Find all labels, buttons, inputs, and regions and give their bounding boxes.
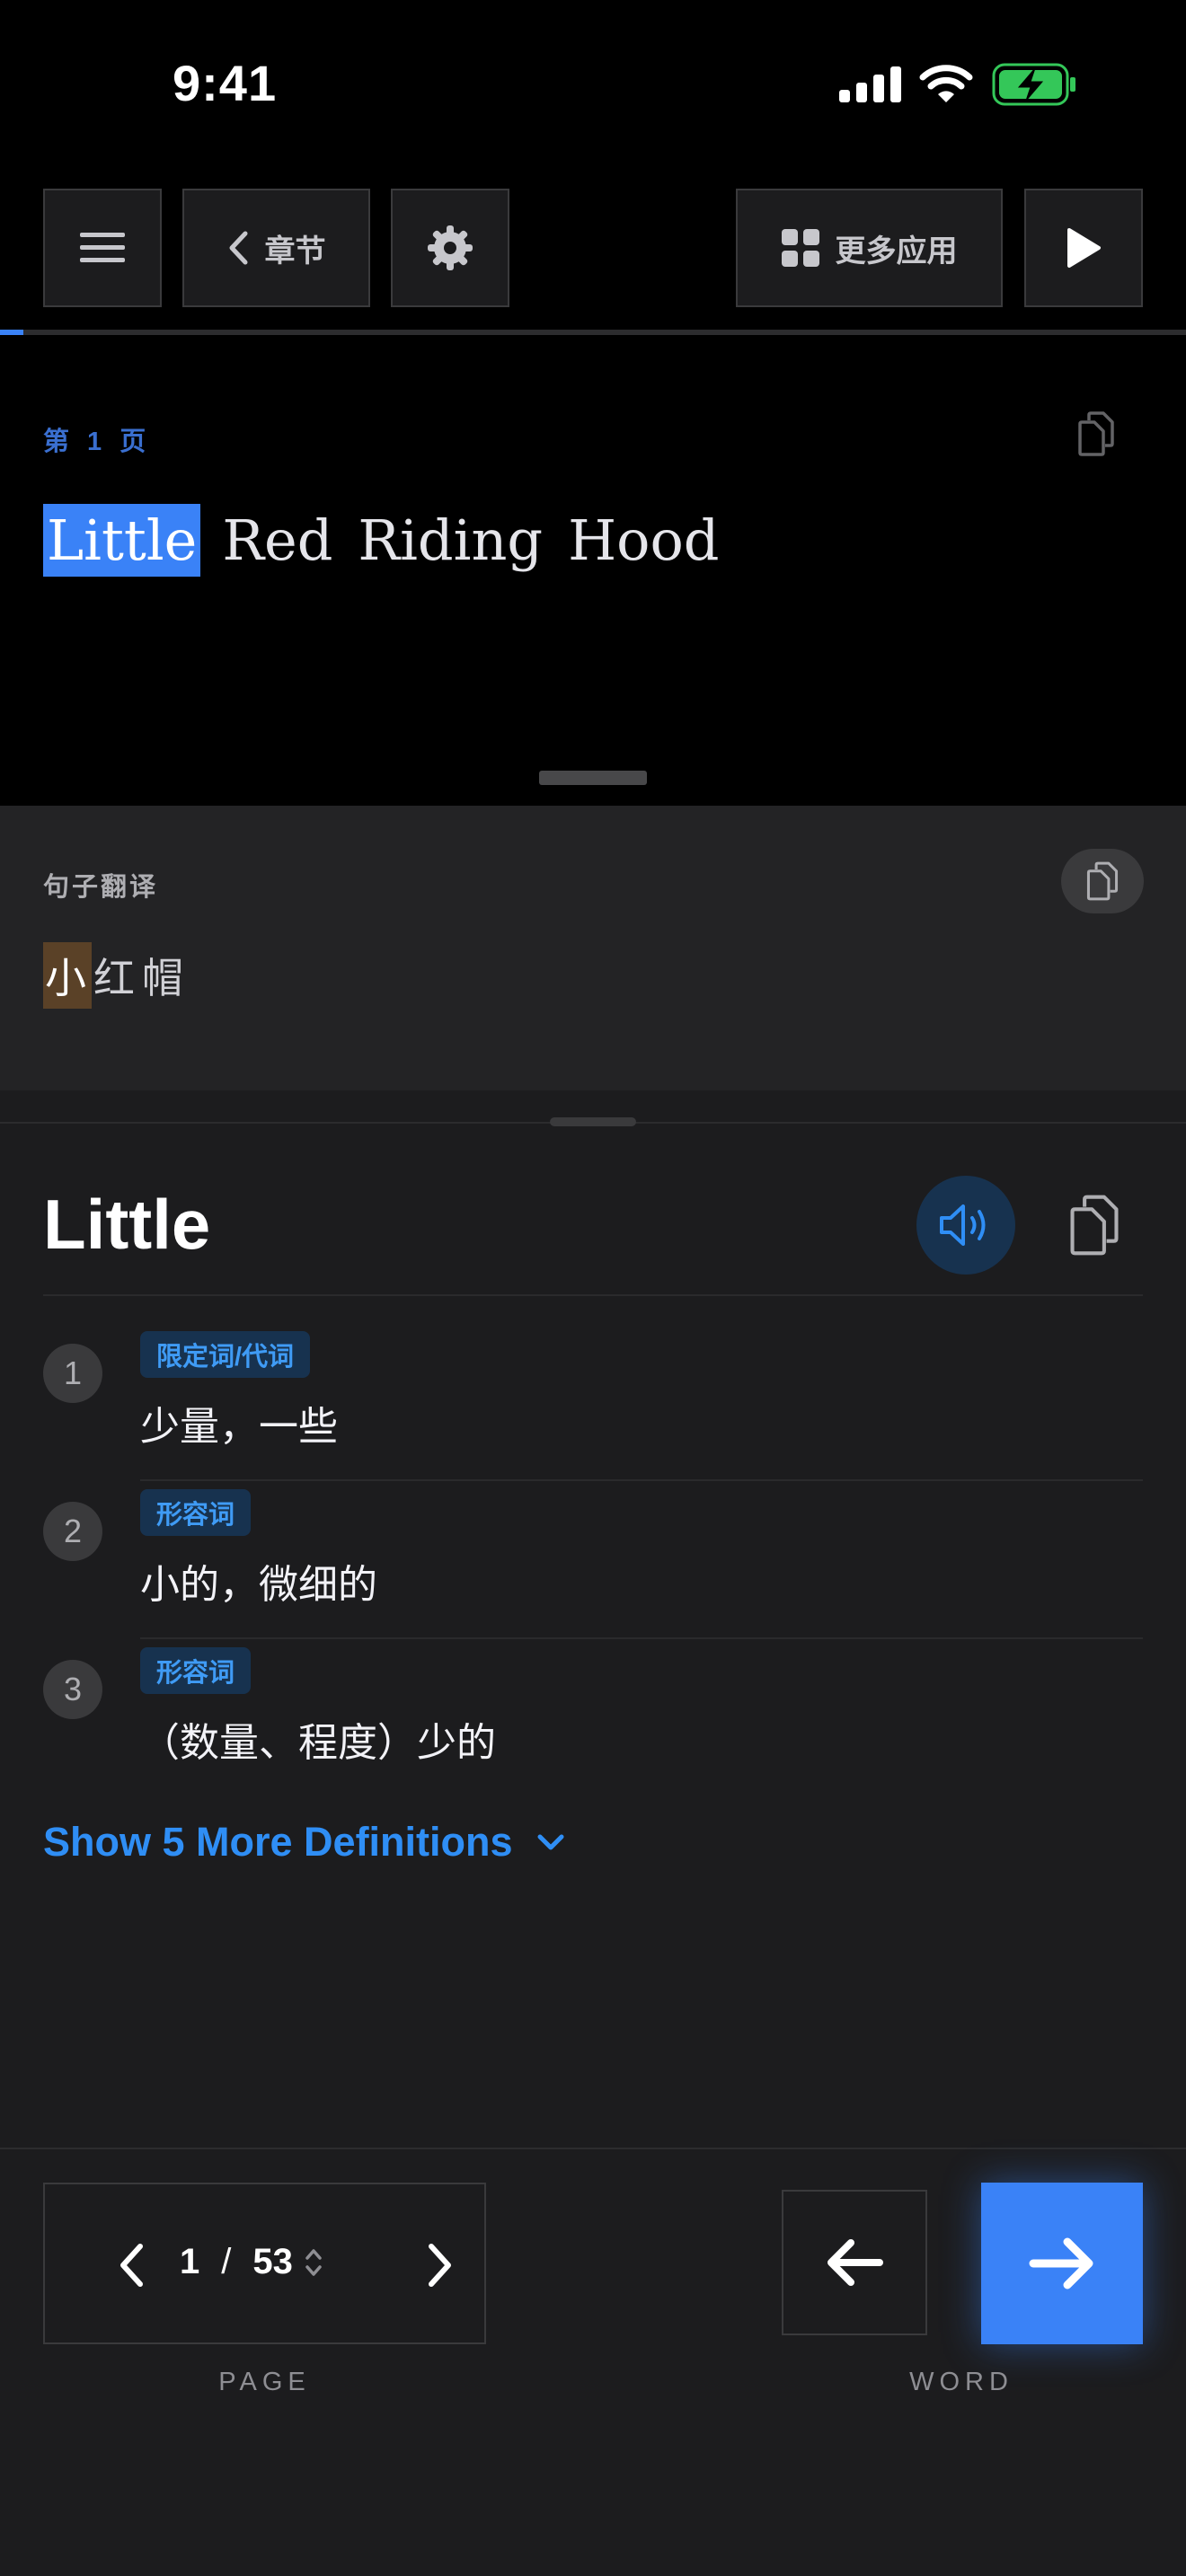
next-page-button[interactable] xyxy=(404,2229,476,2301)
definition-row: 2 形容词 小的，微细的 xyxy=(43,1489,1143,1646)
total-pages: 53 xyxy=(252,2242,293,2281)
grid-apps-icon xyxy=(781,229,819,267)
speaker-icon xyxy=(940,1204,986,1246)
copy-icon xyxy=(1070,1195,1119,1256)
more-apps-button[interactable]: 更多应用 xyxy=(736,189,1003,307)
part-of-speech-tag: 形容词 xyxy=(140,1647,252,1694)
show-more-definitions-button[interactable]: Show 5 More Definitions xyxy=(43,1819,565,1866)
reading-progress-fill xyxy=(0,330,24,335)
translation-char: 帽 xyxy=(142,955,187,1001)
chapters-label: 章节 xyxy=(264,234,326,269)
show-more-label: Show 5 More Definitions xyxy=(43,1819,513,1865)
definition-text: 小的，微细的 xyxy=(140,1563,377,1607)
copy-page-button[interactable] xyxy=(1076,411,1116,461)
definition-number: 3 xyxy=(43,1660,102,1719)
selected-word[interactable]: Little xyxy=(43,503,201,577)
translation-title: 句子翻译 xyxy=(43,873,159,902)
copy-icon xyxy=(1086,861,1119,901)
cellular-signal-icon xyxy=(839,66,902,107)
arrow-right-icon xyxy=(1029,2237,1093,2289)
more-apps-label: 更多应用 xyxy=(835,234,958,269)
translation-panel: 句子翻译 小红帽 xyxy=(0,806,1186,1090)
chevron-left-icon xyxy=(120,2244,143,2287)
chevron-down-icon xyxy=(537,1834,564,1850)
page-selector[interactable]: 1 / 53 xyxy=(180,2242,323,2282)
word-divider xyxy=(43,1294,1143,1296)
status-time: 9:41 xyxy=(173,55,278,111)
translation-char: 红 xyxy=(93,955,138,1001)
current-page: 1 xyxy=(180,2242,200,2281)
wifi-icon xyxy=(919,63,973,109)
battery-charging-icon xyxy=(992,63,1078,110)
definition-number: 1 xyxy=(43,1344,102,1403)
copy-word-button[interactable] xyxy=(1058,1189,1130,1261)
sheet-drag-handle[interactable] xyxy=(539,771,647,785)
part-of-speech-tag: 形容词 xyxy=(140,1489,252,1536)
definition-row: 3 形容词 （数量、程度）少的 xyxy=(43,1647,1143,1804)
pronounce-button[interactable] xyxy=(916,1176,1015,1275)
page-navigator: 1 / 53 xyxy=(43,2183,486,2344)
settings-button[interactable] xyxy=(391,189,509,307)
word-nav-label: WORD xyxy=(909,2368,1013,2396)
definition-number: 2 xyxy=(43,1502,102,1561)
definition-divider xyxy=(140,1479,1143,1481)
dictionary-word: Little xyxy=(43,1185,211,1264)
play-button[interactable] xyxy=(1024,189,1143,307)
definition-row: 1 限定词/代词 少量，一些 xyxy=(43,1331,1143,1488)
part-of-speech-tag: 限定词/代词 xyxy=(140,1331,311,1378)
next-word-button[interactable] xyxy=(981,2183,1143,2344)
hamburger-icon xyxy=(80,233,125,262)
definition-divider xyxy=(140,1637,1143,1639)
reading-progress-track xyxy=(0,330,1186,335)
previous-page-button[interactable] xyxy=(95,2229,167,2301)
page-separator: / xyxy=(221,2242,232,2281)
page-number-label: 第 1 页 xyxy=(43,428,152,456)
arrow-left-icon xyxy=(828,2239,883,2286)
chevron-up-down-icon xyxy=(305,2248,322,2276)
reader-sentence: Little Red Riding Hood xyxy=(43,499,741,580)
dictionary-drag-handle[interactable] xyxy=(550,1117,636,1126)
play-icon xyxy=(1067,228,1101,268)
sentence-word[interactable]: Hood xyxy=(564,504,722,577)
reader-top-area: 9:41 章节 更多应用 第 1 页 Little Red Riding Hoo… xyxy=(0,0,1186,806)
definition-text: （数量、程度）少的 xyxy=(140,1721,496,1765)
gear-icon xyxy=(428,225,473,270)
copy-icon xyxy=(1078,411,1114,456)
page-nav-label: PAGE xyxy=(218,2368,311,2396)
sentence-word[interactable]: Riding xyxy=(354,504,546,577)
menu-button[interactable] xyxy=(43,189,162,307)
previous-word-button[interactable] xyxy=(782,2190,927,2335)
chapters-button[interactable]: 章节 xyxy=(182,189,370,307)
chevron-right-icon xyxy=(429,2244,451,2287)
chevron-left-icon xyxy=(229,231,247,265)
definition-text: 少量，一些 xyxy=(140,1405,338,1449)
bottom-bar-divider xyxy=(0,2148,1186,2149)
copy-translation-button[interactable] xyxy=(1061,849,1144,913)
highlighted-translation-char: 小 xyxy=(43,942,92,1009)
translation-text: 小红帽 xyxy=(43,942,189,1009)
sentence-word[interactable]: Red xyxy=(218,504,336,577)
